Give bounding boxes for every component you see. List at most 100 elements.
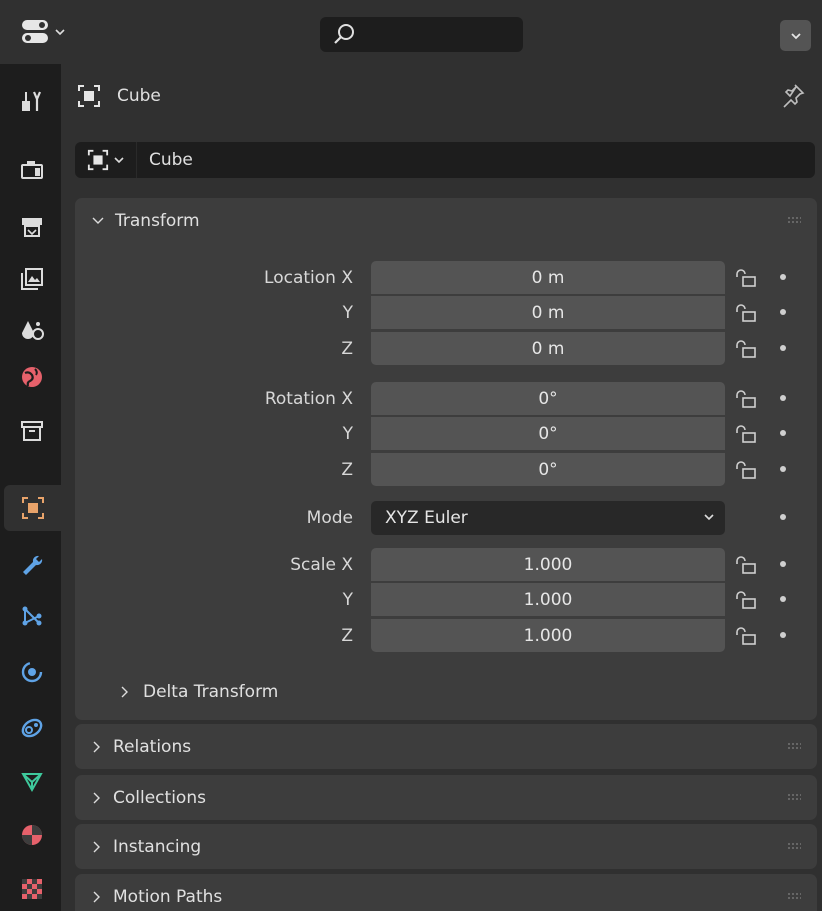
tab-collection[interactable] bbox=[8, 408, 56, 454]
object-name-field[interactable]: Cube bbox=[75, 142, 815, 178]
motion-paths-panel-header[interactable]: Motion Paths bbox=[75, 874, 817, 911]
instancing-panel-title: Instancing bbox=[113, 836, 202, 857]
rotation-x-field[interactable]: 0° bbox=[371, 382, 725, 415]
options-dropdown-button[interactable] bbox=[780, 20, 811, 51]
axis-y-label: Y bbox=[342, 590, 353, 610]
collections-panel-header[interactable]: Collections bbox=[75, 775, 817, 820]
properties-editor-icon bbox=[22, 20, 48, 43]
keyframe-dot-icon[interactable] bbox=[780, 561, 786, 567]
tab-data[interactable] bbox=[8, 758, 56, 804]
rotation-mode-dropdown[interactable]: XYZ Euler bbox=[371, 501, 725, 535]
editor-type-selector[interactable] bbox=[20, 13, 80, 51]
instancing-panel[interactable]: Instancing bbox=[75, 824, 817, 869]
transform-panel-header[interactable]: Transform bbox=[75, 198, 817, 243]
keyframe-dot-icon[interactable] bbox=[780, 309, 786, 315]
axis-z-label: Z bbox=[341, 339, 353, 359]
lock-icon[interactable] bbox=[735, 556, 757, 574]
rotation-mode-row: Mode XYZ Euler bbox=[75, 501, 817, 535]
transform-panel: Transform Location X 0 m Y 0 m Z 0 m Rot… bbox=[75, 198, 817, 720]
tab-physics[interactable] bbox=[8, 648, 56, 694]
lock-icon[interactable] bbox=[735, 425, 757, 443]
tab-tool[interactable] bbox=[8, 78, 56, 124]
keyframe-dot-icon[interactable] bbox=[780, 430, 786, 436]
location-label: Location X bbox=[264, 268, 353, 288]
data-type-selector[interactable] bbox=[75, 142, 137, 178]
drag-grip-icon[interactable] bbox=[787, 793, 801, 801]
tab-output[interactable] bbox=[8, 204, 56, 250]
context-object-name: Cube bbox=[117, 86, 161, 106]
lock-icon[interactable] bbox=[735, 340, 757, 358]
tab-object[interactable] bbox=[4, 485, 61, 531]
keyframe-dot-icon[interactable] bbox=[780, 632, 786, 638]
tab-material[interactable] bbox=[8, 812, 56, 858]
location-y-field[interactable]: 0 m bbox=[371, 296, 725, 329]
material-icon bbox=[22, 825, 42, 845]
properties-tab-strip bbox=[0, 64, 61, 911]
scale-y-field[interactable]: 1.000 bbox=[371, 583, 725, 616]
scale-label: Scale X bbox=[290, 555, 353, 575]
search-input[interactable] bbox=[320, 17, 523, 52]
tab-render[interactable] bbox=[8, 146, 56, 192]
location-z-row: Z 0 m bbox=[75, 332, 817, 365]
drag-grip-icon[interactable] bbox=[787, 892, 801, 900]
relations-panel-title: Relations bbox=[113, 736, 192, 757]
properties-main: Cube Cube Transform Location X 0 m Y 0 m… bbox=[61, 64, 822, 911]
keyframe-dot-icon[interactable] bbox=[780, 596, 786, 602]
location-z-field[interactable]: 0 m bbox=[371, 332, 725, 365]
keyframe-dot-icon[interactable] bbox=[780, 345, 786, 351]
tab-particles[interactable] bbox=[8, 594, 56, 640]
relations-panel-header[interactable]: Relations bbox=[75, 724, 817, 769]
lock-icon[interactable] bbox=[735, 269, 757, 287]
tab-constraints[interactable] bbox=[8, 704, 56, 750]
tool-icon bbox=[22, 91, 42, 111]
rotation-z-field[interactable]: 0° bbox=[371, 453, 725, 486]
chevron-right-icon bbox=[93, 841, 100, 852]
tab-view-layer[interactable] bbox=[8, 256, 56, 302]
chevron-down-icon bbox=[790, 32, 801, 39]
tab-modifiers[interactable] bbox=[8, 542, 56, 588]
lock-icon[interactable] bbox=[735, 627, 757, 645]
view-layer-icon bbox=[21, 268, 43, 290]
drag-grip-icon[interactable] bbox=[787, 216, 801, 224]
instancing-panel-header[interactable]: Instancing bbox=[75, 824, 817, 869]
lock-icon[interactable] bbox=[735, 591, 757, 609]
keyframe-dot-icon[interactable] bbox=[780, 274, 786, 280]
search-icon bbox=[334, 24, 354, 44]
location-y-row: Y 0 m bbox=[75, 296, 817, 329]
tab-world[interactable] bbox=[8, 354, 56, 400]
tab-texture[interactable] bbox=[8, 866, 56, 911]
collection-box-icon bbox=[21, 421, 43, 441]
scale-z-field[interactable]: 1.000 bbox=[371, 619, 725, 652]
tab-scene[interactable] bbox=[8, 307, 56, 353]
particles-icon bbox=[22, 606, 42, 626]
chevron-right-icon bbox=[93, 741, 100, 752]
render-camera-icon bbox=[21, 161, 43, 179]
chevron-down-icon bbox=[92, 217, 104, 224]
pin-icon[interactable] bbox=[780, 82, 806, 108]
scale-x-field[interactable]: 1.000 bbox=[371, 548, 725, 581]
keyframe-dot-icon[interactable] bbox=[780, 395, 786, 401]
motion-paths-panel-title: Motion Paths bbox=[113, 886, 223, 907]
keyframe-dot-icon[interactable] bbox=[780, 466, 786, 472]
drag-grip-icon[interactable] bbox=[787, 742, 801, 750]
drag-grip-icon[interactable] bbox=[787, 842, 801, 850]
output-printer-icon bbox=[22, 218, 42, 237]
lock-icon[interactable] bbox=[735, 390, 757, 408]
context-breadcrumb: Cube bbox=[77, 76, 161, 116]
relations-panel[interactable]: Relations bbox=[75, 724, 817, 769]
rotation-mode-value: XYZ Euler bbox=[385, 508, 468, 528]
scene-icon bbox=[22, 321, 44, 340]
lock-icon[interactable] bbox=[735, 461, 757, 479]
motion-paths-panel[interactable]: Motion Paths bbox=[75, 874, 817, 911]
keyframe-dot-icon[interactable] bbox=[780, 514, 786, 520]
wrench-icon bbox=[23, 555, 43, 575]
lock-icon[interactable] bbox=[735, 304, 757, 322]
collections-panel[interactable]: Collections bbox=[75, 775, 817, 820]
rotation-z-row: Z 0° bbox=[75, 453, 817, 486]
chevron-down-icon bbox=[113, 157, 124, 164]
location-x-field[interactable]: 0 m bbox=[371, 261, 725, 294]
scale-y-row: Y 1.000 bbox=[75, 583, 817, 616]
rotation-y-field[interactable]: 0° bbox=[371, 417, 725, 450]
delta-transform-subpanel-header[interactable]: Delta Transform bbox=[119, 682, 278, 702]
collections-panel-title: Collections bbox=[113, 787, 206, 808]
